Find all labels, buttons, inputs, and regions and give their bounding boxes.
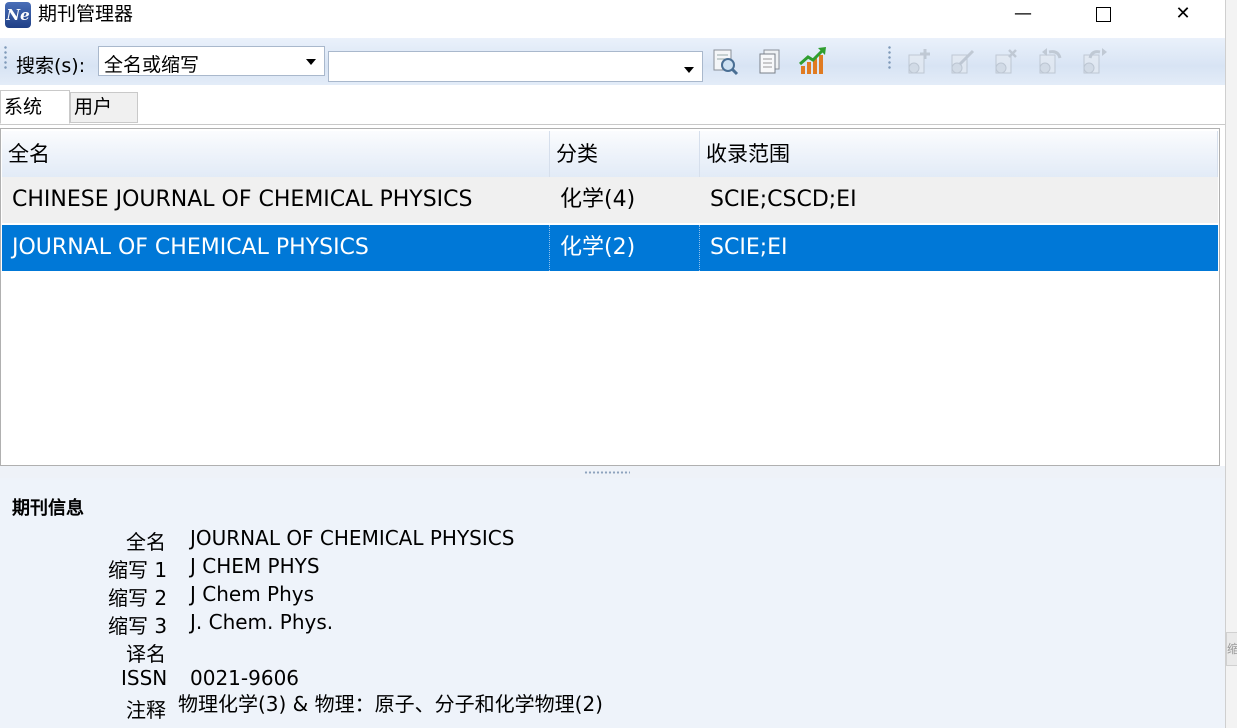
cell-category: 化学(4) <box>560 187 636 212</box>
close-button[interactable]: ✕ <box>1158 0 1208 30</box>
cell-category: 化学(2) <box>550 225 700 271</box>
info-value: 0021-9606 <box>190 666 300 690</box>
column-header-coverage[interactable]: 收录范围 <box>700 131 1218 177</box>
toolbar-grip[interactable] <box>4 45 7 71</box>
info-row-abbr-3: 缩写 3 J. Chem. Phys. <box>0 610 900 638</box>
info-value: J CHEM PHYS <box>190 554 320 578</box>
table-row[interactable]: CHINESE JOURNAL OF CHEMICAL PHYSICS 化学(4… <box>2 177 1218 223</box>
minimize-button[interactable]: — <box>998 0 1048 30</box>
delete-gear-icon[interactable] <box>990 46 1020 76</box>
search-toolbar: 搜索(s): 全名或缩写 <box>0 38 1225 85</box>
title-bar: Ne 期刊管理器 — ✕ <box>0 0 1225 30</box>
cell-full-name: JOURNAL OF CHEMICAL PHYSICS <box>2 225 550 271</box>
info-row-abbr-1: 缩写 1 J CHEM PHYS <box>0 554 900 582</box>
journal-info-panel: 期刊信息 全名 JOURNAL OF CHEMICAL PHYSICS 缩写 1… <box>0 478 1225 728</box>
info-value: JOURNAL OF CHEMICAL PHYSICS <box>190 526 515 550</box>
background-window-peek: 缩 <box>1226 632 1237 666</box>
search-type-value: 全名或缩写 <box>104 54 200 76</box>
records-icon[interactable] <box>755 46 785 76</box>
splitter-grip-icon <box>584 471 630 474</box>
dropdown-arrow-icon <box>684 67 694 73</box>
background-window-edge: 缩 <box>1226 0 1237 728</box>
info-value: J. Chem. Phys. <box>190 610 334 634</box>
maximize-button[interactable] <box>1078 0 1128 30</box>
info-label: 注释 <box>126 698 166 722</box>
maximize-icon <box>1095 7 1111 22</box>
undo-gear-icon[interactable] <box>1034 46 1064 76</box>
info-label: 缩写 2 <box>108 586 168 610</box>
chart-trend-icon[interactable] <box>798 46 828 76</box>
find-icon[interactable] <box>710 46 740 76</box>
window-title: 期刊管理器 <box>38 3 134 25</box>
journal-table: 全名 分类 收录范围 CHINESE JOURNAL OF CHEMICAL P… <box>0 128 1220 466</box>
search-input[interactable] <box>328 51 703 82</box>
app-logo-icon: Ne <box>5 2 31 28</box>
journal-manager-window: Ne 期刊管理器 — ✕ 搜索(s): 全名或缩写 系统 用户 全名 分类 收录… <box>0 0 1226 728</box>
column-header-category[interactable]: 分类 <box>550 131 700 177</box>
info-label: 译名 <box>126 642 166 666</box>
info-row-notes: 注释 物理化学(3) & 物理：原子、分子和化学物理(2) <box>0 692 900 722</box>
tab-system[interactable]: 系统 <box>0 90 70 124</box>
table-header: 全名 分类 收录范围 <box>2 131 1218 177</box>
table-row-selected[interactable]: JOURNAL OF CHEMICAL PHYSICS 化学(2) SCIE;E… <box>2 225 1218 271</box>
info-row-abbr-2: 缩写 2 J Chem Phys <box>0 582 900 610</box>
add-gear-icon[interactable] <box>903 46 933 76</box>
info-row-full-name: 全名 JOURNAL OF CHEMICAL PHYSICS <box>0 526 900 554</box>
edit-gear-icon[interactable] <box>946 46 976 76</box>
info-label: 缩写 1 <box>108 558 168 582</box>
info-panel-title: 期刊信息 <box>12 498 84 519</box>
column-header-full-name[interactable]: 全名 <box>2 131 550 177</box>
tab-user[interactable]: 用户 <box>70 92 138 123</box>
info-row-translated-name: 译名 <box>0 638 900 666</box>
cell-full-name: CHINESE JOURNAL OF CHEMICAL PHYSICS <box>12 187 473 212</box>
cell-coverage: SCIE;CSCD;EI <box>710 187 857 212</box>
panel-splitter[interactable] <box>0 466 1225 478</box>
info-label: ISSN <box>121 666 168 690</box>
info-value: 物理化学(3) & 物理：原子、分子和化学物理(2) <box>178 692 603 716</box>
cell-coverage: SCIE;EI <box>710 235 788 260</box>
tab-bar: 系统 用户 <box>0 88 1225 125</box>
info-label: 全名 <box>126 530 166 554</box>
toolbar-grip[interactable] <box>888 45 891 71</box>
info-label: 缩写 3 <box>108 614 168 638</box>
redo-gear-icon[interactable] <box>1078 46 1108 76</box>
dropdown-arrow-icon <box>306 59 316 65</box>
search-label: 搜索(s): <box>16 55 86 77</box>
info-value: J Chem Phys <box>190 582 315 606</box>
search-type-select[interactable]: 全名或缩写 <box>98 46 325 76</box>
